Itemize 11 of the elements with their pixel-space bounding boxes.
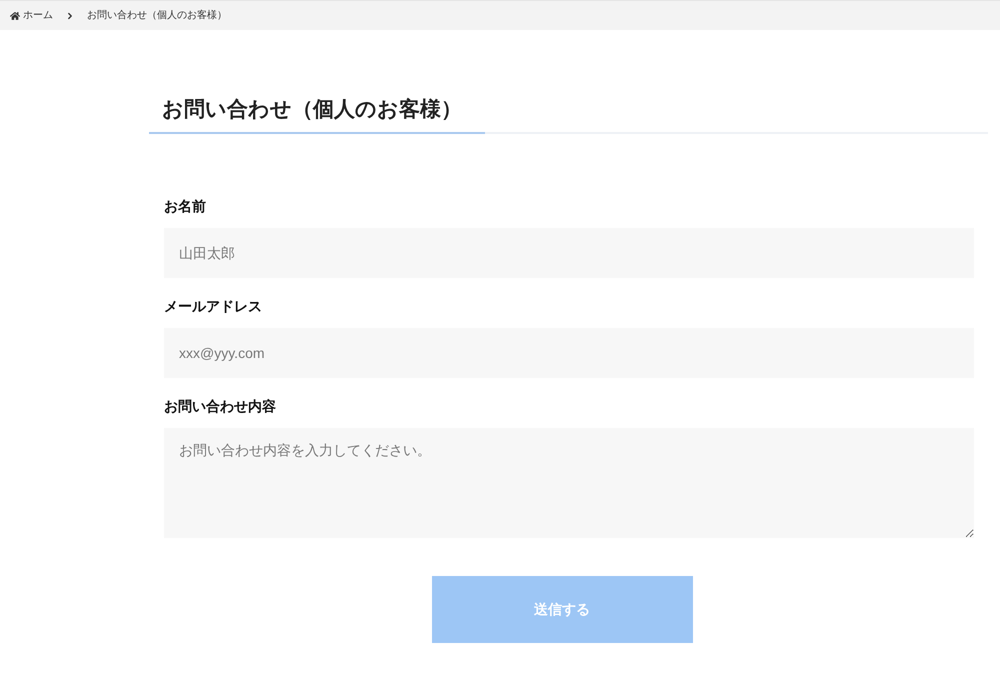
chevron-icon [65, 10, 75, 20]
text-field[interactable]: xxx@yyy.com [164, 328, 974, 378]
breadcrumb-current: お問い合わせ（個人のお客様） [87, 8, 227, 23]
field-label: お問い合わせ内容 [164, 397, 277, 416]
home-link[interactable]: ホーム [10, 8, 53, 23]
message-field[interactable]: お問い合わせ内容を入力してください。 [164, 428, 974, 538]
field-label: メールアドレス [164, 297, 263, 316]
field-label: お名前 [164, 197, 207, 216]
text-field[interactable]: 山田太郎 [164, 228, 974, 278]
home-icon [10, 10, 20, 20]
page-title: お問い合わせ（個人のお客様） [161, 96, 463, 123]
